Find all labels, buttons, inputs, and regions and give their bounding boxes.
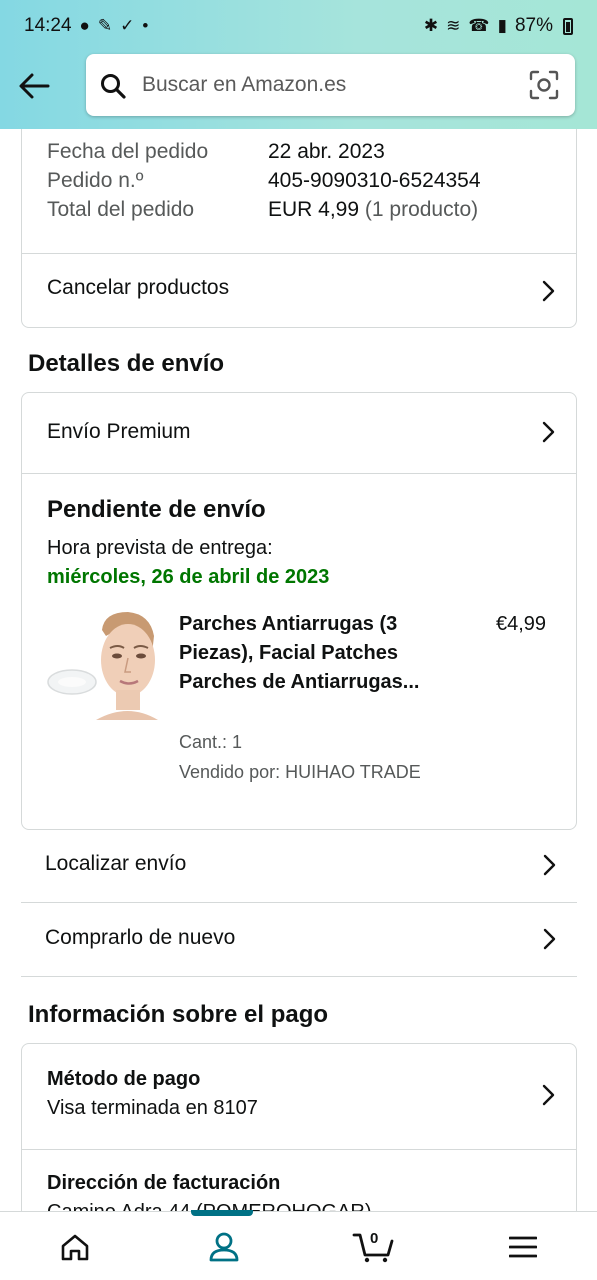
product-item[interactable]: Parches Antiarrugas (3 Piezas), Facial P… (22, 474, 576, 830)
nav-cart[interactable]: 0 (298, 1212, 447, 1280)
order-total-amount: EUR 4,99 (268, 198, 360, 221)
signal-icon: ▮ (497, 16, 507, 35)
product-quantity: Cant.: 1 (179, 732, 243, 752)
order-date-value: 22 abr. 2023 (268, 140, 385, 163)
chevron-right-icon (542, 421, 555, 443)
bottom-navigation: 0 (0, 1210, 597, 1280)
header (0, 52, 597, 129)
divider (22, 1149, 576, 1150)
chevron-right-icon (543, 928, 556, 950)
product-price: €4,99 (496, 613, 547, 635)
nav-account[interactable] (149, 1212, 298, 1280)
status-time: 14:24 (24, 15, 72, 36)
shipping-method-label: Envío Premium (47, 420, 191, 443)
status-bar: 14:24 ● ✎ ✓ • ✱ ≋ ☎ ▮ 87% (0, 0, 597, 52)
status-bar-right: ✱ ≋ ☎ ▮ 87% (424, 15, 573, 37)
order-total-label: Total del pedido (47, 198, 195, 221)
payment-method-value: Visa terminada en 8107 (47, 1097, 258, 1119)
chevron-right-icon (542, 280, 555, 302)
task-notification-icon: ✓ (120, 16, 135, 35)
order-summary-card: Fecha del pedido 22 abr. 2023 Pedido n.º… (21, 129, 577, 328)
cancel-products-label: Cancelar productos (47, 276, 230, 299)
chevron-right-icon (542, 1084, 555, 1106)
product-title[interactable]: Parches Antiarrugas (3 Piezas), Facial P… (179, 610, 439, 697)
payment-section-title: Información sobre el pago (28, 1001, 329, 1028)
nav-menu[interactable] (448, 1212, 597, 1280)
payment-method-row[interactable]: Método de pago Visa terminada en 8107 (22, 1044, 576, 1149)
chat-notification-icon: ● (79, 16, 90, 35)
shipping-card: Envío Premium Pendiente de envío Hora pr… (21, 392, 577, 830)
order-number-label: Pedido n.º (47, 169, 144, 192)
shipping-method-row[interactable]: Envío Premium (22, 393, 576, 473)
product-seller: Vendido por: HUIHAO TRADE (179, 762, 421, 782)
payment-card: Método de pago Visa terminada en 8107 Di… (21, 1043, 577, 1211)
product-photo-illustration (47, 612, 158, 720)
payment-method-title: Método de pago (47, 1068, 201, 1090)
shipping-section-title: Detalles de envío (28, 350, 225, 377)
order-date-label: Fecha del pedido (47, 140, 209, 163)
camera-search-icon[interactable] (529, 70, 559, 100)
battery-percent: 87% (514, 15, 553, 36)
status-bar-left: 14:24 ● ✎ ✓ • (24, 15, 148, 37)
buy-again-label: Comprarlo de nuevo (45, 926, 236, 949)
chevron-right-icon (543, 854, 556, 876)
cleaning-notification-icon: ✎ (97, 16, 113, 35)
hamburger-menu-icon (508, 1236, 537, 1257)
wifi-icon: ≋ (446, 16, 461, 35)
back-arrow-icon (19, 73, 50, 99)
more-notifications-dot-icon: • (142, 16, 149, 35)
track-shipment-label: Localizar envío (45, 852, 187, 875)
product-image[interactable] (46, 610, 158, 720)
order-total-value: EUR 4,99 (1 producto) (268, 198, 478, 222)
order-details-content: Fecha del pedido 22 abr. 2023 Pedido n.º… (0, 129, 597, 1211)
search-icon (101, 74, 126, 99)
billing-address-title: Dirección de facturación (47, 1172, 281, 1194)
battery-icon (563, 17, 573, 35)
home-icon (61, 1234, 88, 1260)
call-icon: ☎ (468, 16, 490, 35)
track-shipment-row[interactable]: Localizar envío (21, 830, 577, 903)
search-box[interactable] (86, 54, 575, 116)
cart-count-badge: 0 (370, 1230, 379, 1247)
buy-again-row[interactable]: Comprarlo de nuevo (21, 904, 577, 977)
bluetooth-icon: ✱ (423, 16, 439, 35)
account-icon (209, 1232, 238, 1261)
order-total-count: (1 producto) (364, 198, 479, 221)
back-button[interactable] (14, 66, 54, 106)
search-input[interactable] (142, 54, 512, 116)
cancel-products-row[interactable]: Cancelar productos (22, 254, 576, 328)
order-number-value: 405-9090310-6524354 (268, 169, 481, 192)
nav-home[interactable] (0, 1212, 149, 1280)
